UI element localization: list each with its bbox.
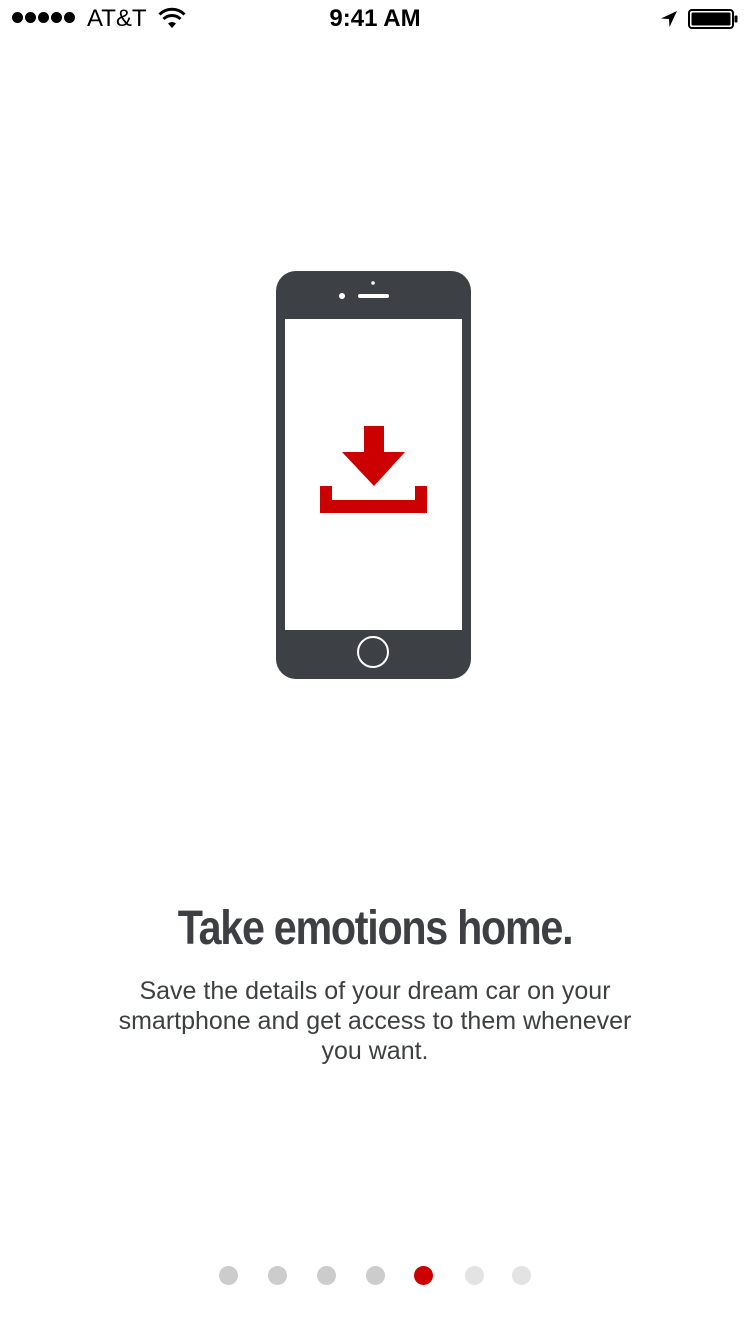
page-dot[interactable] <box>267 1266 287 1285</box>
battery-icon <box>688 9 738 29</box>
clock: 9:41 AM <box>329 5 421 32</box>
page-dot-active[interactable] <box>413 1266 433 1285</box>
page-description: Save the details of your dream car on yo… <box>118 977 632 1065</box>
location-arrow-icon <box>661 11 677 27</box>
page-dot[interactable] <box>218 1266 238 1285</box>
status-bar: AT&T 9:41 AM <box>0 0 750 40</box>
page-dot[interactable] <box>511 1266 531 1285</box>
page-dot[interactable] <box>365 1266 385 1285</box>
smartphone-icon <box>276 271 471 679</box>
page-indicator[interactable] <box>0 1266 750 1286</box>
page-dot[interactable] <box>316 1266 336 1285</box>
page-title: Take emotions home. <box>177 902 574 955</box>
page-dot[interactable] <box>464 1266 484 1285</box>
